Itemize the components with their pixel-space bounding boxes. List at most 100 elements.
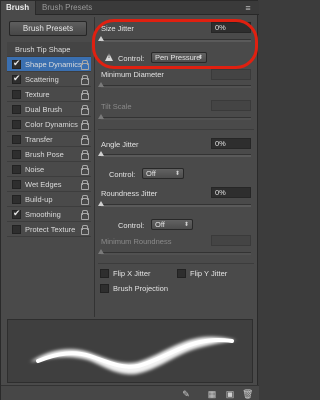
option-scattering[interactable]: Scattering [7,72,91,87]
select-value: Off [146,169,156,178]
slider-thumb [98,114,104,119]
flip-x-jitter-checkbox[interactable] [100,269,109,278]
option-color-dynamics[interactable]: Color Dynamics [7,117,91,132]
brush-presets-button[interactable]: Brush Presets [9,21,87,36]
option-checkbox[interactable] [12,150,21,159]
flip-y-jitter-label: Flip Y Jitter [190,269,228,278]
option-texture[interactable]: Texture [7,87,91,102]
lock-icon[interactable] [80,210,89,220]
roundness-jitter-label: Roundness Jitter [101,189,158,198]
option-label: Smoothing [25,210,61,219]
option-label: Protect Texture [25,225,76,234]
minimum-roundness-field [211,235,251,246]
option-brush-tip-shape[interactable]: Brush Tip Shape [7,42,91,57]
brush-stroke-sample [30,336,236,375]
minimum-roundness-label: Minimum Roundness [101,237,172,246]
column-divider [94,17,95,317]
lock-icon[interactable] [80,90,89,100]
section-divider [98,263,254,264]
option-brush-pose[interactable]: Brush Pose [7,147,91,162]
slider-thumb [98,249,104,254]
option-checkbox[interactable] [12,180,21,189]
option-build-up[interactable]: Build-up [7,192,91,207]
option-dual-brush[interactable]: Dual Brush [7,102,91,117]
lock-icon[interactable] [80,180,89,190]
tilt-scale-field [211,100,251,111]
minimum-diameter-slider [98,82,251,88]
angle-control-label: Control: [109,170,136,179]
tilt-scale-label: Tilt Scale [101,102,132,111]
tab-bar: Brush Brush Presets ≡ [1,1,259,15]
option-wet-edges[interactable]: Wet Edges [7,177,91,192]
lock-icon[interactable] [80,195,89,205]
roundness-jitter-field[interactable]: 0% [211,187,251,198]
option-label: Transfer [25,135,53,144]
trash-icon[interactable]: 🗑 [242,389,253,399]
select-value: Off [155,220,165,229]
option-checkbox[interactable] [12,73,21,84]
option-checkbox[interactable] [12,165,21,174]
panel-menu-icon[interactable]: ≡ [242,3,254,13]
slider-thumb [98,82,104,87]
slider-thumb[interactable] [98,201,104,206]
flip-y-jitter-checkbox[interactable] [177,269,186,278]
option-checkbox[interactable] [12,208,21,219]
option-label: Noise [25,165,45,174]
option-checkbox[interactable] [12,90,21,99]
minimum-diameter-field [211,69,251,80]
lock-icon[interactable] [80,225,89,235]
lock-icon[interactable] [80,60,89,70]
option-label: Brush Pose [25,150,64,159]
roundness-jitter-slider[interactable] [98,201,251,207]
brush-stroke-preview [7,319,253,383]
angle-jitter-slider[interactable] [98,151,251,157]
brush-projection-checkbox[interactable] [100,284,109,293]
grid-icon[interactable]: ▦ [207,389,217,399]
section-divider [98,129,254,130]
angle-control-select[interactable]: Off ⬍ [142,168,184,179]
roundness-control-select[interactable]: Off ⬍ [151,219,193,230]
chevron-updown-icon: ⬍ [174,171,180,177]
minimum-roundness-slider [98,249,251,255]
flip-x-jitter-label: Flip X Jitter [113,269,151,278]
lock-icon[interactable] [80,165,89,175]
option-checkbox[interactable] [12,58,21,69]
slider-thumb[interactable] [98,151,104,156]
brush-projection-label: Brush Projection [113,284,169,293]
lock-icon[interactable] [80,75,89,85]
option-protect-texture[interactable]: Protect Texture [7,222,91,237]
minimum-diameter-label: Minimum Diameter [101,70,164,79]
option-label: Dual Brush [25,105,63,114]
option-checkbox[interactable] [12,195,21,204]
lock-icon[interactable] [80,105,89,115]
angle-jitter-field[interactable]: 0% [211,138,251,149]
angle-jitter-label: Angle Jitter [101,140,139,149]
option-transfer[interactable]: Transfer [7,132,91,147]
bottom-toolbar: ✎ ▦ ▣ 🗑 [1,385,259,400]
option-noise[interactable]: Noise [7,162,91,177]
new-preset-icon[interactable]: ▣ [225,389,235,399]
toggle-live-tip-icon[interactable]: ✎ [181,389,191,399]
tab-brush-presets[interactable]: Brush Presets [37,1,97,15]
option-checkbox[interactable] [12,135,21,144]
option-smoothing[interactable]: Smoothing [7,207,91,222]
option-shape-dynamics[interactable]: Shape Dynamics [7,57,91,72]
lock-icon[interactable] [80,120,89,130]
roundness-control-label: Control: [118,221,145,230]
option-label: Shape Dynamics [25,60,82,69]
option-checkbox[interactable] [12,225,21,234]
option-label: Texture [25,90,50,99]
option-label: Build-up [25,195,53,204]
brush-panel: Brush Brush Presets ≡ Brush Presets Brus… [0,0,259,400]
annotation-highlight-ellipse [92,19,258,69]
chevron-updown-icon: ⬍ [183,222,189,228]
option-checkbox[interactable] [12,105,21,114]
lock-icon[interactable] [80,150,89,160]
option-label: Scattering [25,75,59,84]
lock-icon[interactable] [80,135,89,145]
tab-brush[interactable]: Brush [1,1,36,15]
option-label: Wet Edges [25,180,62,189]
tilt-scale-slider [98,114,251,120]
option-checkbox[interactable] [12,120,21,129]
option-label: Brush Tip Shape [15,45,71,54]
